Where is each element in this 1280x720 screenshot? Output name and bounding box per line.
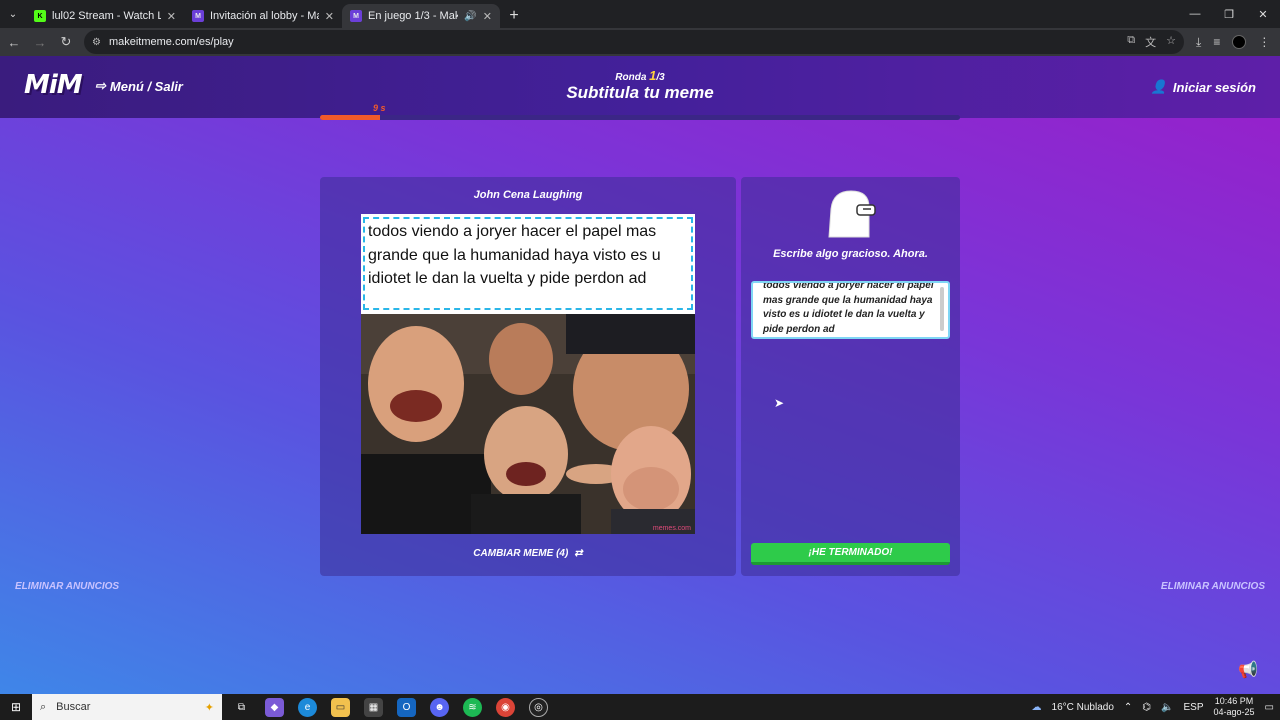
tab-search-icon[interactable]: ⌄ [0,0,26,28]
round-total: /3 [656,72,665,83]
change-meme-button[interactable]: CAMBIAR MEME (4) ⇄ [320,548,736,559]
cap-avatar-icon [828,190,876,238]
mouse-pointer-icon: ➤ [774,396,785,410]
mim-icon: M [350,10,362,22]
weather-text[interactable]: 16°C Nublado [1052,702,1114,713]
mim-icon: M [192,10,204,22]
taskbar-search[interactable]: ⌕ Buscar ✦ [32,694,222,720]
browser-menu-icon[interactable]: ⋮ [1258,35,1270,49]
timer-fill [320,115,381,120]
meme-name: John Cena Laughing [473,189,583,201]
round-indicator: Ronda 1/3 [0,68,1280,83]
change-meme-label: CAMBIAR MEME (4) [473,548,569,559]
browser-tab-3[interactable]: M En juego 1/3 - Make it Mem 🔊 ✕ [342,4,500,28]
browser-toolbar: ← → ↻ ⚙ makeitmeme.com/es/play ⧉ 文 ☆ ⤓ ≡… [0,28,1280,56]
meme-photo-illustration [361,314,695,534]
close-window-icon[interactable]: ✕ [1246,0,1280,28]
remove-ads-link-left[interactable]: ELIMINAR ANUNCIOS [15,581,119,592]
close-icon[interactable]: ✕ [483,10,492,23]
meme-preview: todos viendo a joryer hacer el papel mas… [361,214,695,534]
windows-taskbar: ⊞ ⌕ Buscar ✦ ⧉ ◆ e ▭ ▦ O ☻ ≋ ◉ ◎ ☁ 16°C … [0,694,1280,720]
windows-start-icon[interactable]: ⊞ [0,694,32,720]
player-avatar [823,187,879,243]
tab-title: lul02 Stream - Watch Live on Ki [52,10,161,22]
download-icon[interactable]: ⤓ [1196,35,1201,50]
game-header: MiM ⇨ Menú / Salir Ronda 1/3 Subtitula t… [0,56,1280,120]
login-label: Iniciar sesión [1172,79,1256,95]
clock-time: 10:46 PM [1214,696,1254,706]
input-scrollbar[interactable] [940,287,944,331]
bookmark-star-icon[interactable]: ☆ [1166,34,1176,50]
site-info-icon[interactable]: ⚙ [92,37,101,48]
edge-icon[interactable]: e [298,697,317,717]
browser-tab-1[interactable]: K lul02 Stream - Watch Live on Ki ✕ [26,4,184,28]
clock[interactable]: 10:46 PM 04-ago-25 [1214,696,1255,718]
spotify-icon[interactable]: ≋ [463,697,482,717]
timer-bar [320,115,960,120]
outlook-icon[interactable]: O [397,697,416,717]
network-icon[interactable]: ⌬ [1142,702,1151,713]
login-button[interactable]: 👤 Iniciar sesión [1151,79,1256,95]
translate-icon[interactable]: 文 [1145,34,1156,50]
forward-icon[interactable]: → [28,30,52,54]
caption-panel: Escribe algo gracioso. Ahora. todos vien… [741,177,960,576]
search-placeholder[interactable]: Buscar [56,701,195,713]
meme-panel: John Cena Laughing todos viendo a joryer… [320,177,736,576]
obs-icon[interactable]: ◎ [529,697,548,717]
back-icon[interactable]: ← [2,30,26,54]
copilot-sparkle-icon: ✦ [204,701,214,714]
phase-title: Subtitula tu meme [566,83,714,102]
sound-icon[interactable]: 📢 [1238,660,1258,680]
close-icon[interactable]: ✕ [325,10,334,23]
system-tray: ☁ 16°C Nublado ⌃ ⌬ 🔈 ESP 10:46 PM 04-ago… [1032,696,1280,718]
address-bar[interactable]: ⚙ makeitmeme.com/es/play ⧉ 文 ☆ [84,30,1184,54]
copilot-icon[interactable]: ◆ [265,697,284,717]
remove-ads-link-right[interactable]: ELIMINAR ANUNCIOS [1161,581,1265,592]
meme-watermark: memes.com [652,525,691,532]
swap-icon: ⇄ [574,548,583,559]
media-control-icon[interactable]: ≡ [1213,35,1220,49]
game-page: MiM ⇨ Menú / Salir Ronda 1/3 Subtitula t… [0,56,1280,694]
meme-caption-box[interactable]: todos viendo a joryer hacer el papel mas… [363,217,693,310]
notifications-icon[interactable]: ▭ [1265,702,1274,713]
profile-avatar[interactable] [1232,35,1247,49]
timer-text: 9 s [373,103,386,113]
minimize-icon[interactable]: — [1178,0,1212,28]
discord-icon[interactable]: ☻ [430,697,449,717]
search-icon: ⌕ [40,700,47,713]
round-label: Ronda [615,72,647,83]
volume-icon[interactable]: 🔈 [1161,702,1173,713]
done-button[interactable]: ¡HE TERMINADO! [751,543,950,565]
user-icon: 👤 [1150,79,1167,94]
install-icon[interactable]: ⧉ [1127,34,1135,50]
window-controls: — ❐ ✕ [1178,0,1280,28]
chrome-icon[interactable]: ◉ [496,697,515,717]
new-tab-button[interactable]: + [500,4,528,28]
close-icon[interactable]: ✕ [167,10,176,23]
kick-icon: K [34,10,46,22]
tab-title: En juego 1/3 - Make it Mem [368,10,459,22]
reload-icon[interactable]: ↻ [54,30,78,54]
tab-title: Invitación al lobby - Make it Me [210,10,319,22]
speaker-icon[interactable]: 🔊 [464,11,476,22]
clock-date: 04-ago-25 [1213,707,1255,717]
caption-input-value[interactable]: todos viendo a joryer hacer el papel mas… [763,283,935,337]
tray-chevron-icon[interactable]: ⌃ [1124,702,1132,713]
browser-tab-2[interactable]: M Invitación al lobby - Make it Me ✕ [184,4,342,28]
task-view-icon[interactable]: ⧉ [232,698,251,717]
language-indicator[interactable]: ESP [1183,702,1203,713]
caption-input[interactable]: todos viendo a joryer hacer el papel mas… [751,281,950,339]
weather-icon[interactable]: ☁ [1032,702,1042,713]
browser-tabstrip: ⌄ K lul02 Stream - Watch Live on Ki ✕ M … [0,0,1280,28]
meme-image: memes.com [361,314,695,534]
url-text[interactable]: makeitmeme.com/es/play [109,36,1119,48]
caption-prompt: Escribe algo gracioso. Ahora. [773,248,928,260]
file-explorer-icon[interactable]: ▭ [331,697,350,717]
store-icon[interactable]: ▦ [364,697,383,717]
restore-icon[interactable]: ❐ [1212,0,1246,28]
